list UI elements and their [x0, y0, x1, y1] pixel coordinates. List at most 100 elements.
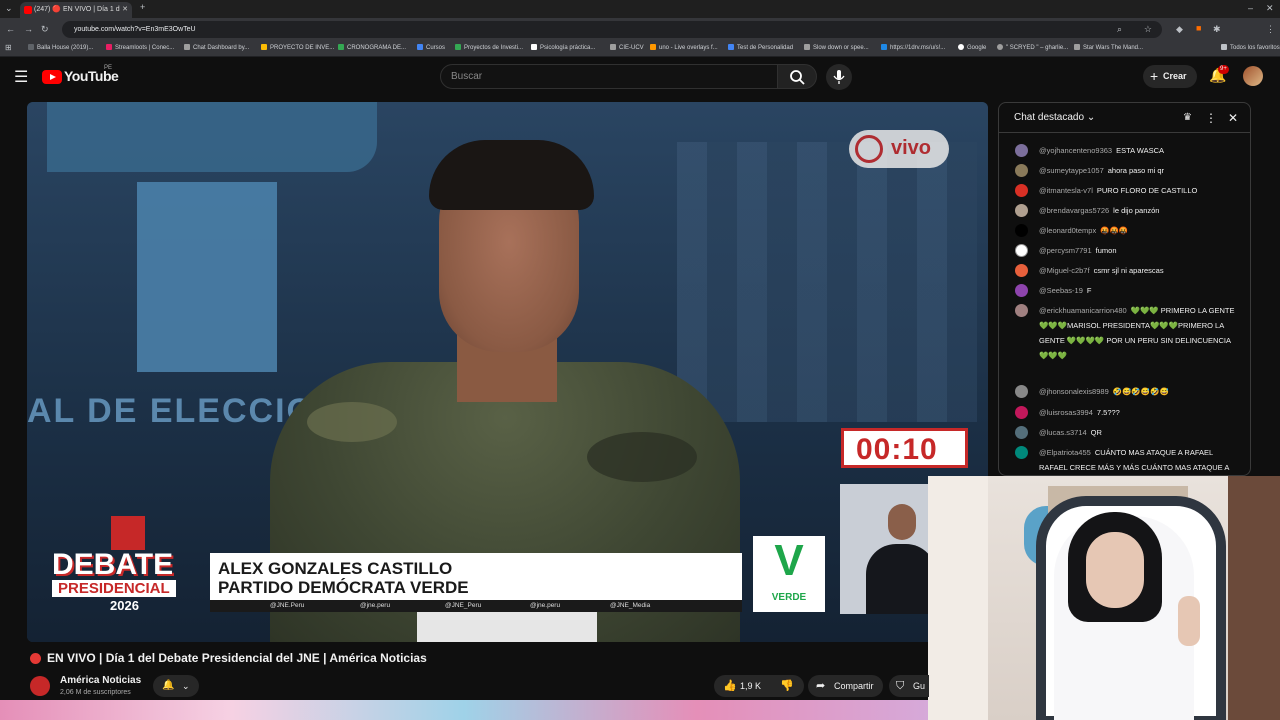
bookmark-item[interactable]: Psicología práctica... [531, 44, 595, 51]
chat-author-avatar[interactable] [1015, 164, 1028, 177]
crown-icon[interactable]: ♛ [1183, 103, 1192, 133]
chat-author-avatar[interactable] [1015, 284, 1028, 297]
bookmark-item[interactable]: Star Wars The Mand... [1074, 44, 1143, 51]
thumbs-down-icon[interactable]: 👎 [780, 675, 794, 697]
social-handles-bar: @JNE.Peru @jne.peru @JNE_Peru @jne.peru … [210, 600, 742, 612]
bookmark-item[interactable]: CRONOGRAMA DE... [338, 44, 406, 51]
browser-tab[interactable]: (247) 🔴 EN VIVO | Día 1 d ✕ [20, 2, 132, 18]
chat-author-name[interactable]: @yojhancenteno9363 [1039, 146, 1112, 155]
bookmark-item[interactable]: Test de Personalidad [728, 44, 793, 51]
channel-avatar[interactable] [30, 676, 50, 696]
chat-message: @sumeytaype1057 ahora paso mi qr [1015, 163, 1240, 178]
camo-patch [587, 432, 697, 482]
timer-text: 00:10 [856, 433, 938, 466]
back-icon[interactable]: ← [6, 24, 15, 34]
url-field[interactable]: youtube.com/watch?v=En3mE3OwTeU ⌕ ☆ [62, 21, 1162, 38]
bookmark-icon: ⛉ [896, 680, 905, 692]
chat-author-name[interactable]: @Seebas-19 [1039, 286, 1083, 295]
apps-grid-icon[interactable]: ⊞ [5, 43, 12, 52]
close-tab-icon[interactable]: ✕ [122, 2, 128, 18]
search-button[interactable] [777, 64, 817, 89]
chat-author-name[interactable]: @Miguel-c2b7f [1039, 266, 1090, 275]
youtube-logo-icon[interactable] [42, 70, 62, 84]
chat-author-avatar[interactable] [1015, 406, 1028, 419]
chat-message: @yojhancenteno9363 ESTA WASCA [1015, 143, 1240, 158]
like-count[interactable]: 1,9 K [740, 675, 761, 697]
create-button[interactable]: + Crear [1143, 65, 1197, 88]
bookmark-item[interactable]: Balla House (2019)... [28, 44, 93, 51]
chat-author-name[interactable]: @itmantesla-v7l [1039, 186, 1093, 195]
extensions-puzzle-icon[interactable]: ✱ [1213, 24, 1221, 35]
bookmark-item[interactable]: Streamloots | Conec... [106, 44, 174, 51]
extension-icon[interactable]: ◆ [1176, 24, 1183, 35]
voice-search-button[interactable] [826, 64, 852, 90]
chat-author-name[interactable]: @brendavargas5726 [1039, 206, 1109, 215]
account-avatar[interactable] [1243, 66, 1263, 86]
globe-icon [855, 135, 883, 163]
bookmark-item[interactable]: Proyectos de Investi... [455, 44, 523, 51]
chat-author-name[interactable]: @erickhuamanicarrion480 [1039, 306, 1127, 315]
search-icon [790, 70, 805, 85]
bookmark-item[interactable]: " SCRYED " – gharlie... [997, 44, 1068, 51]
chat-author-avatar[interactable] [1015, 184, 1028, 197]
chat-message-text: QR [1090, 428, 1102, 437]
chat-author-name[interactable]: @leonard0tempx [1039, 226, 1096, 235]
wardrobe [1228, 476, 1280, 720]
bookmark-item[interactable]: Chat Dashboard by... [184, 44, 249, 51]
chevron-down-icon[interactable]: ⌄ [1087, 112, 1095, 123]
chat-message-body: @jhonsonalexis8989 🤣😅🤣😅🤣😅 [1039, 384, 1240, 399]
thumbs-up-icon[interactable]: 👍 [723, 675, 737, 697]
notification-settings-button[interactable]: 🔔 ⌄ [153, 675, 199, 697]
bookmark-item[interactable]: Slow down or spee... [804, 44, 869, 51]
new-tab-icon[interactable]: + [140, 2, 145, 12]
chat-author-name[interactable]: @jhonsonalexis8989 [1039, 387, 1109, 396]
chat-author-name[interactable]: @lucas.s3714 [1039, 428, 1087, 437]
tab-list-icon[interactable]: ⌄ [5, 3, 13, 14]
channel-name[interactable]: América Noticias [60, 675, 141, 686]
chat-author-avatar[interactable] [1015, 224, 1028, 237]
zoom-icon[interactable]: ⌕ [1117, 21, 1122, 38]
chat-message: @itmantesla-v7l PURO FLORO DE CASTILLO [1015, 183, 1240, 198]
hamburger-menu-icon[interactable]: ☰ [14, 67, 28, 87]
bookmark-item[interactable]: uno - Live overlays f... [650, 44, 718, 51]
bookmark-item[interactable]: PROYECTO DE INVE... [261, 44, 334, 51]
share-button[interactable]: ➦ Compartir [808, 675, 883, 697]
all-bookmarks-folder[interactable]: Todos los favoritos [1221, 44, 1280, 51]
chat-author-name[interactable]: @percysm7791 [1039, 246, 1092, 255]
chat-author-avatar[interactable] [1015, 144, 1028, 157]
chrome-menu-icon[interactable]: ⋮ [1266, 24, 1275, 35]
extension-orange-icon[interactable]: ■ [1196, 23, 1201, 33]
chat-author-name[interactable]: @Elpatriota455 [1039, 448, 1091, 457]
bookmark-item[interactable]: CIE-UCV [610, 44, 644, 51]
minimize-icon[interactable]: – [1248, 3, 1253, 13]
video-player[interactable]: AL DE ELECCION vivo 00:10 DEBATE PRESIDE… [27, 102, 988, 642]
social-x: @JNE_Peru [445, 602, 482, 609]
share-label: Compartir [834, 681, 874, 691]
chat-author-name[interactable]: @luisrosas3994 [1039, 408, 1093, 417]
close-chat-icon[interactable]: ✕ [1228, 103, 1238, 133]
forward-icon[interactable]: → [24, 24, 33, 34]
chat-author-avatar[interactable] [1015, 446, 1028, 459]
reload-icon[interactable]: ↻ [41, 24, 49, 35]
save-button[interactable]: ⛉ Gu [889, 675, 929, 697]
chat-author-avatar[interactable] [1015, 204, 1028, 217]
chat-mode-selector[interactable]: Chat destacado [1014, 112, 1084, 123]
window-close-icon[interactable]: ✕ [1266, 3, 1274, 14]
bookmark-star-icon[interactable]: ☆ [1144, 21, 1152, 38]
debate-logo: DEBATE PRESIDENCIAL 2026 [52, 550, 202, 620]
chat-author-name[interactable]: @sumeytaype1057 [1039, 166, 1104, 175]
chat-message: @Elpatriota455 CUÁNTO MAS ATAQUE A RAFAEL… [1015, 445, 1240, 475]
bookmark-item[interactable]: Cursos [417, 44, 445, 51]
social-youtube: @JNE_Media [610, 602, 651, 609]
bookmark-item[interactable]: https://1drv.ms/u/s!... [881, 44, 945, 51]
chat-message-body: @itmantesla-v7l PURO FLORO DE CASTILLO [1039, 183, 1240, 198]
more-options-icon[interactable]: ⋮ [1205, 103, 1217, 133]
chat-author-avatar[interactable] [1015, 304, 1028, 317]
bookmark-item[interactable]: Google [958, 44, 986, 51]
chat-author-avatar[interactable] [1015, 426, 1028, 439]
search-input[interactable]: Buscar [440, 64, 778, 89]
chat-author-avatar[interactable] [1015, 244, 1028, 257]
chat-author-avatar[interactable] [1015, 385, 1028, 398]
chat-message-body: @Elpatriota455 CUÁNTO MAS ATAQUE A RAFAEL… [1039, 445, 1240, 475]
chat-author-avatar[interactable] [1015, 264, 1028, 277]
